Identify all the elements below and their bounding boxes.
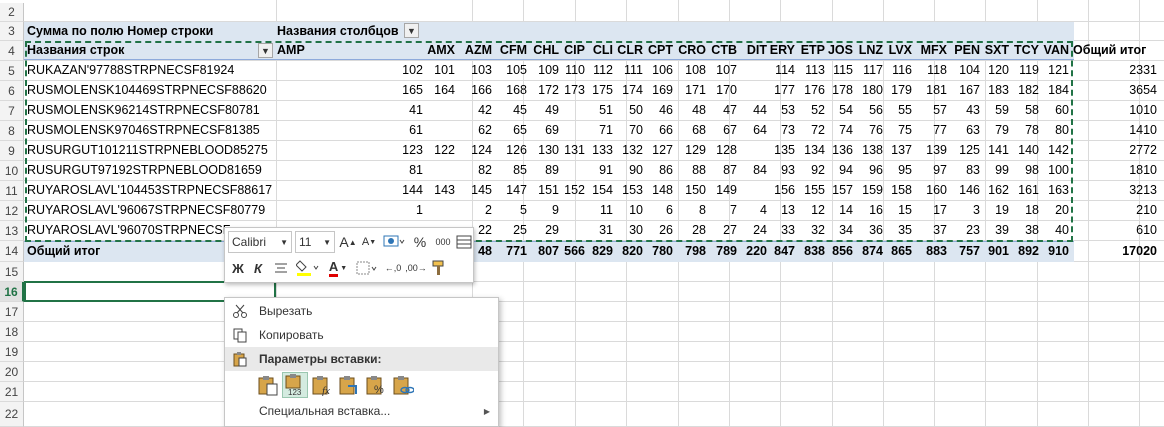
grid-row [24, 262, 1164, 282]
context-menu: Вырезать Копировать Параметры вставки: 1… [224, 297, 499, 427]
copy-marquee [25, 41, 1073, 242]
row-header-16[interactable]: 16 [0, 282, 24, 302]
row-total: 2331 [1129, 63, 1157, 77]
paste-icon[interactable] [255, 372, 281, 398]
grid-row [24, 362, 1164, 382]
font-name-value: Calibri [232, 235, 267, 249]
total-cell: 883 [926, 244, 947, 258]
row-header-8[interactable]: 8 [0, 121, 24, 141]
font-size-value: 11 [299, 235, 312, 249]
row-total: 1410 [1129, 123, 1157, 137]
fill-color-icon[interactable] [295, 257, 321, 279]
decrease-decimal-icon[interactable]: ,00→ [405, 257, 427, 279]
svg-text:%: % [374, 384, 384, 396]
font-color-icon[interactable]: A ▼ [325, 257, 351, 279]
row-header-20[interactable]: 20 [0, 362, 24, 382]
italic-icon[interactable]: К [249, 257, 267, 279]
table-format-icon[interactable] [455, 231, 473, 253]
row-header-9[interactable]: 9 [0, 141, 24, 161]
row-header-22[interactable]: 22 [0, 402, 24, 427]
font-size-box[interactable]: 11 ▼ [295, 231, 335, 253]
row-header-13[interactable]: 13 [0, 221, 24, 241]
menu-item-label: Параметры вставки: [259, 352, 382, 366]
svg-text:fx: fx [322, 385, 330, 396]
dropdown-arrow-icon: ▼ [407, 25, 416, 36]
grid-row [24, 382, 1164, 402]
menu-header-paste-options: Параметры вставки: [225, 347, 498, 371]
thousands-icon[interactable]: 000 [431, 231, 455, 253]
row-header-17[interactable]: 17 [0, 302, 24, 322]
grid-row [24, 342, 1164, 362]
row-header-19[interactable]: 19 [0, 342, 24, 362]
grow-font-icon[interactable]: A ▲ [338, 231, 358, 253]
row-total: 610 [1136, 223, 1157, 237]
increase-decimal-icon[interactable]: ←,0 [383, 257, 403, 279]
font-name-box[interactable]: Calibri ▼ [228, 231, 292, 253]
pivot-values-label: Сумма по полю Номер строки [27, 24, 214, 38]
paste-transpose-icon[interactable] [336, 372, 362, 398]
menu-item-label: Вырезать [259, 304, 313, 318]
grand-total-value: 17020 [1122, 244, 1157, 258]
row-header-21[interactable]: 21 [0, 382, 24, 402]
total-cell: 771 [506, 244, 527, 258]
align-icon[interactable] [271, 257, 291, 279]
row-total: 3213 [1129, 183, 1157, 197]
paste-link-icon[interactable] [390, 372, 416, 398]
menu-item-paste-special[interactable]: Специальная вставка... ▶ [225, 399, 498, 423]
accounting-format-icon[interactable] [381, 231, 407, 253]
shrink-font-icon[interactable]: A ▼ [359, 231, 379, 253]
row-header-11[interactable]: 11 [0, 181, 24, 201]
row-header-18[interactable]: 18 [0, 322, 24, 342]
grand-total-column-header: Общий итог [1073, 43, 1147, 57]
chevron-down-icon: ▼ [280, 237, 288, 247]
svg-text:123: 123 [288, 388, 302, 396]
row-header-6[interactable]: 6 [0, 81, 24, 101]
grid-row [24, 322, 1164, 342]
row-header-2[interactable]: 2 [0, 3, 24, 22]
row-header-15[interactable]: 15 [0, 262, 24, 282]
row-total: 1010 [1129, 103, 1157, 117]
chevron-right-icon: ▶ [483, 406, 490, 416]
paste-icon [225, 351, 255, 367]
percent-icon[interactable]: % [411, 231, 429, 253]
menu-item-copy[interactable]: Копировать [225, 323, 498, 347]
row-header-5[interactable]: 5 [0, 61, 24, 81]
grid-row [24, 302, 1164, 322]
mini-toolbar: Calibri ▼ 11 ▼ A ▲ A ▼ % 000 Ж К A ▼ ←,0 ,0… [224, 227, 474, 283]
total-cell: 910 [1048, 244, 1069, 258]
borders-icon[interactable] [355, 257, 379, 279]
row-header-4[interactable]: 4 [0, 41, 24, 61]
chevron-down-icon: ▼ [323, 237, 331, 247]
row-total: 3654 [1129, 83, 1157, 97]
copy-icon [225, 327, 255, 343]
menu-item-label: Копировать [259, 328, 324, 342]
paste-formulas-icon[interactable]: fx [309, 372, 335, 398]
row-header-7[interactable]: 7 [0, 101, 24, 121]
menu-item-label: Специальная вставка... [259, 404, 391, 418]
menu-item-cut[interactable]: Вырезать [225, 299, 498, 323]
paste-values-icon[interactable]: 123 [282, 372, 308, 398]
format-painter-icon[interactable] [429, 257, 449, 279]
bold-icon[interactable]: Ж [229, 257, 247, 279]
row-header-10[interactable]: 10 [0, 161, 24, 181]
spreadsheet[interactable]: 2 3 4 5 6 7 8 9 10 11 12 13 14 15 16 17 18 19 20 21 22 Сумма… [0, 0, 1164, 427]
columns-filter-button[interactable]: ▼ [404, 23, 419, 38]
row-total: 2772 [1129, 143, 1157, 157]
row-header-3[interactable]: 3 [0, 22, 24, 41]
pivot-columns-label: Названия столбцов [277, 24, 399, 38]
scissors-icon [225, 303, 255, 319]
grand-total-row-label: Общий итог [27, 244, 101, 258]
row-total: 210 [1136, 203, 1157, 217]
paste-formatting-icon[interactable]: % [363, 372, 389, 398]
row-header-12[interactable]: 12 [0, 201, 24, 221]
row-header-14[interactable]: 14 [0, 241, 24, 262]
grid-row [24, 402, 1164, 427]
row-total: 1810 [1129, 163, 1157, 177]
grid-row [24, 3, 1164, 22]
